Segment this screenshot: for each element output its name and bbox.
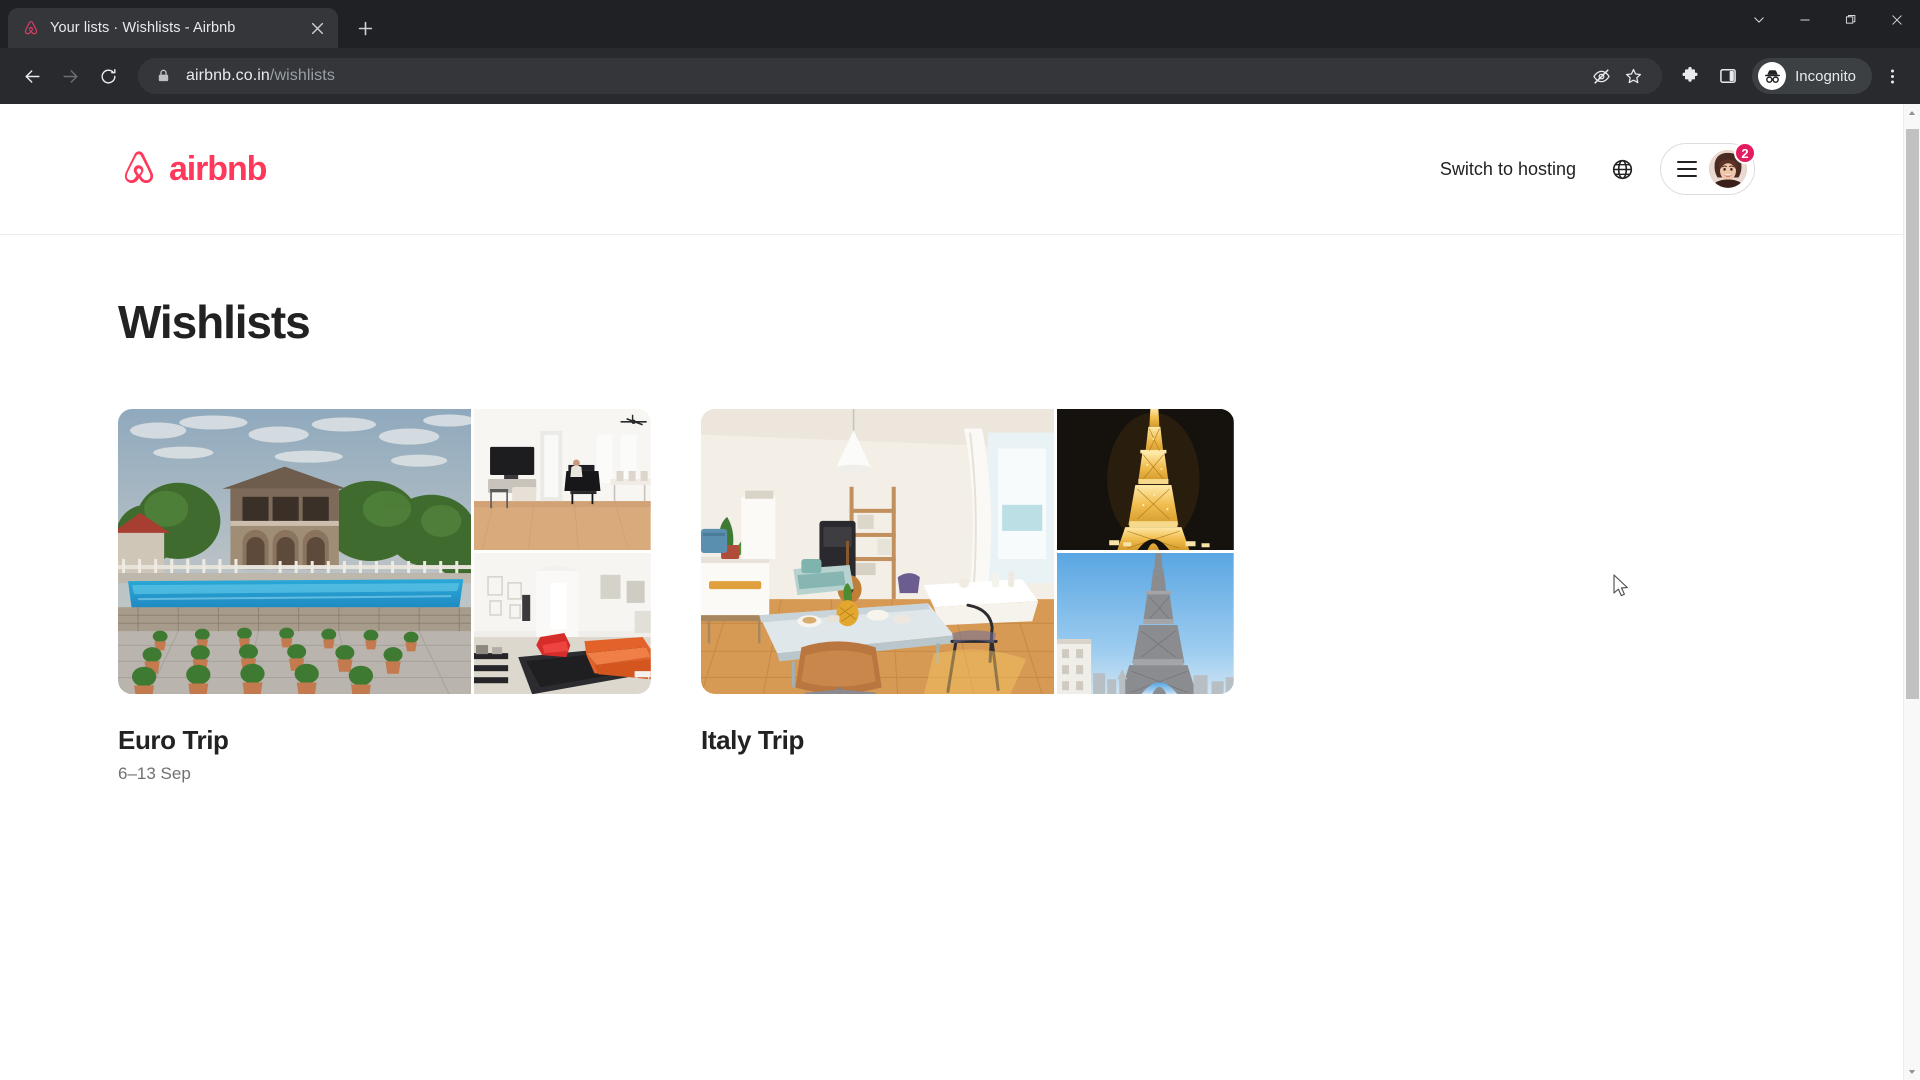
lock-icon[interactable] xyxy=(156,68,172,84)
bookmark-star-icon[interactable] xyxy=(1618,61,1648,91)
white-living-room-photo xyxy=(474,409,651,550)
notification-badge: 2 xyxy=(1734,142,1756,164)
wishlist-grid: Euro Trip 6–13 Sep Italy Trip xyxy=(118,409,1785,784)
apartment-dining-room-photo xyxy=(701,409,1055,694)
page-viewport: airbnb Switch to hosting 2 Wishlists Eur… xyxy=(0,104,1920,1080)
minimize-button[interactable] xyxy=(1782,0,1828,40)
airbnb-wordmark: airbnb xyxy=(169,149,267,188)
tab-strip: Your lists · Wishlists - Airbnb xyxy=(0,0,1920,48)
airbnb-logo[interactable]: airbnb xyxy=(118,148,267,190)
maximize-restore-button[interactable] xyxy=(1828,0,1874,40)
url-text: airbnb.co.in/wishlists xyxy=(186,67,335,85)
back-button[interactable] xyxy=(14,58,50,94)
airbnb-belo-favicon xyxy=(22,19,40,37)
page-title: Wishlists xyxy=(118,296,311,348)
profile-menu-button[interactable]: 2 xyxy=(1660,142,1756,195)
scrollbar-track[interactable] xyxy=(1904,121,1920,1063)
wishlist-title: Italy Trip xyxy=(701,725,804,755)
tab-search-button[interactable] xyxy=(1736,0,1782,40)
close-tab-icon[interactable] xyxy=(306,17,328,39)
eiffel-tower-night-photo xyxy=(1057,409,1234,550)
orange-sofa-room-photo xyxy=(474,553,651,694)
tracking-protection-icon[interactable] xyxy=(1586,61,1616,91)
address-bar[interactable]: airbnb.co.in/wishlists xyxy=(138,58,1663,94)
side-panel-icon[interactable] xyxy=(1710,58,1746,94)
header-actions: Switch to hosting 2 xyxy=(1424,142,1863,195)
incognito-hat-glasses-icon xyxy=(1758,62,1787,90)
wishlist-card-italy-trip[interactable]: Italy Trip xyxy=(701,409,1234,784)
browser-toolbar: airbnb.co.in/wishlists Incognito xyxy=(0,48,1920,104)
wishlist-dates: 6–13 Sep xyxy=(118,764,191,783)
scroll-down-arrow[interactable] xyxy=(1904,1063,1920,1080)
scrollbar-thumb[interactable] xyxy=(1905,129,1919,699)
extensions-puzzle-icon[interactable] xyxy=(1672,58,1708,94)
url-domain: airbnb.co.in xyxy=(186,67,270,84)
incognito-indicator[interactable]: Incognito xyxy=(1752,58,1872,94)
wishlist-card-euro-trip[interactable]: Euro Trip 6–13 Sep xyxy=(118,409,651,784)
wishlist-dates xyxy=(701,764,1234,765)
globe-icon[interactable] xyxy=(1600,147,1644,191)
villa-with-pool-photo xyxy=(118,409,472,694)
tab-title: Your lists · Wishlists - Airbnb xyxy=(50,20,236,36)
browser-window: Your lists · Wishlists - Airbnb airbnb.c… xyxy=(0,0,1920,1080)
wishlist-title: Euro Trip xyxy=(118,725,229,755)
eiffel-tower-day-photo xyxy=(1057,553,1234,694)
reload-button[interactable] xyxy=(90,58,126,94)
wishlist-photo-collage[interactable] xyxy=(701,409,1234,694)
chrome-menu-button[interactable] xyxy=(1874,58,1910,94)
page-content: Wishlists Euro Trip 6–13 Sep Italy Trip xyxy=(0,235,1903,784)
user-avatar: 2 xyxy=(1709,142,1756,188)
wishlist-photo-collage[interactable] xyxy=(118,409,651,694)
switch-to-hosting-link[interactable]: Switch to hosting xyxy=(1424,147,1592,192)
page-scrollbar[interactable] xyxy=(1903,104,1920,1080)
url-path: /wishlists xyxy=(269,67,335,84)
omnibox-actions xyxy=(1586,61,1648,91)
scroll-up-arrow[interactable] xyxy=(1904,104,1920,121)
browser-tab[interactable]: Your lists · Wishlists - Airbnb xyxy=(8,8,338,48)
new-tab-button[interactable] xyxy=(348,11,382,45)
window-controls xyxy=(1736,0,1920,48)
close-window-button[interactable] xyxy=(1874,0,1920,40)
incognito-label: Incognito xyxy=(1795,67,1856,85)
site-header: airbnb Switch to hosting 2 xyxy=(0,104,1903,235)
airbnb-wishlists-page: airbnb Switch to hosting 2 Wishlists Eur… xyxy=(0,104,1903,1080)
forward-button xyxy=(52,58,88,94)
hamburger-menu-icon xyxy=(1677,161,1697,177)
